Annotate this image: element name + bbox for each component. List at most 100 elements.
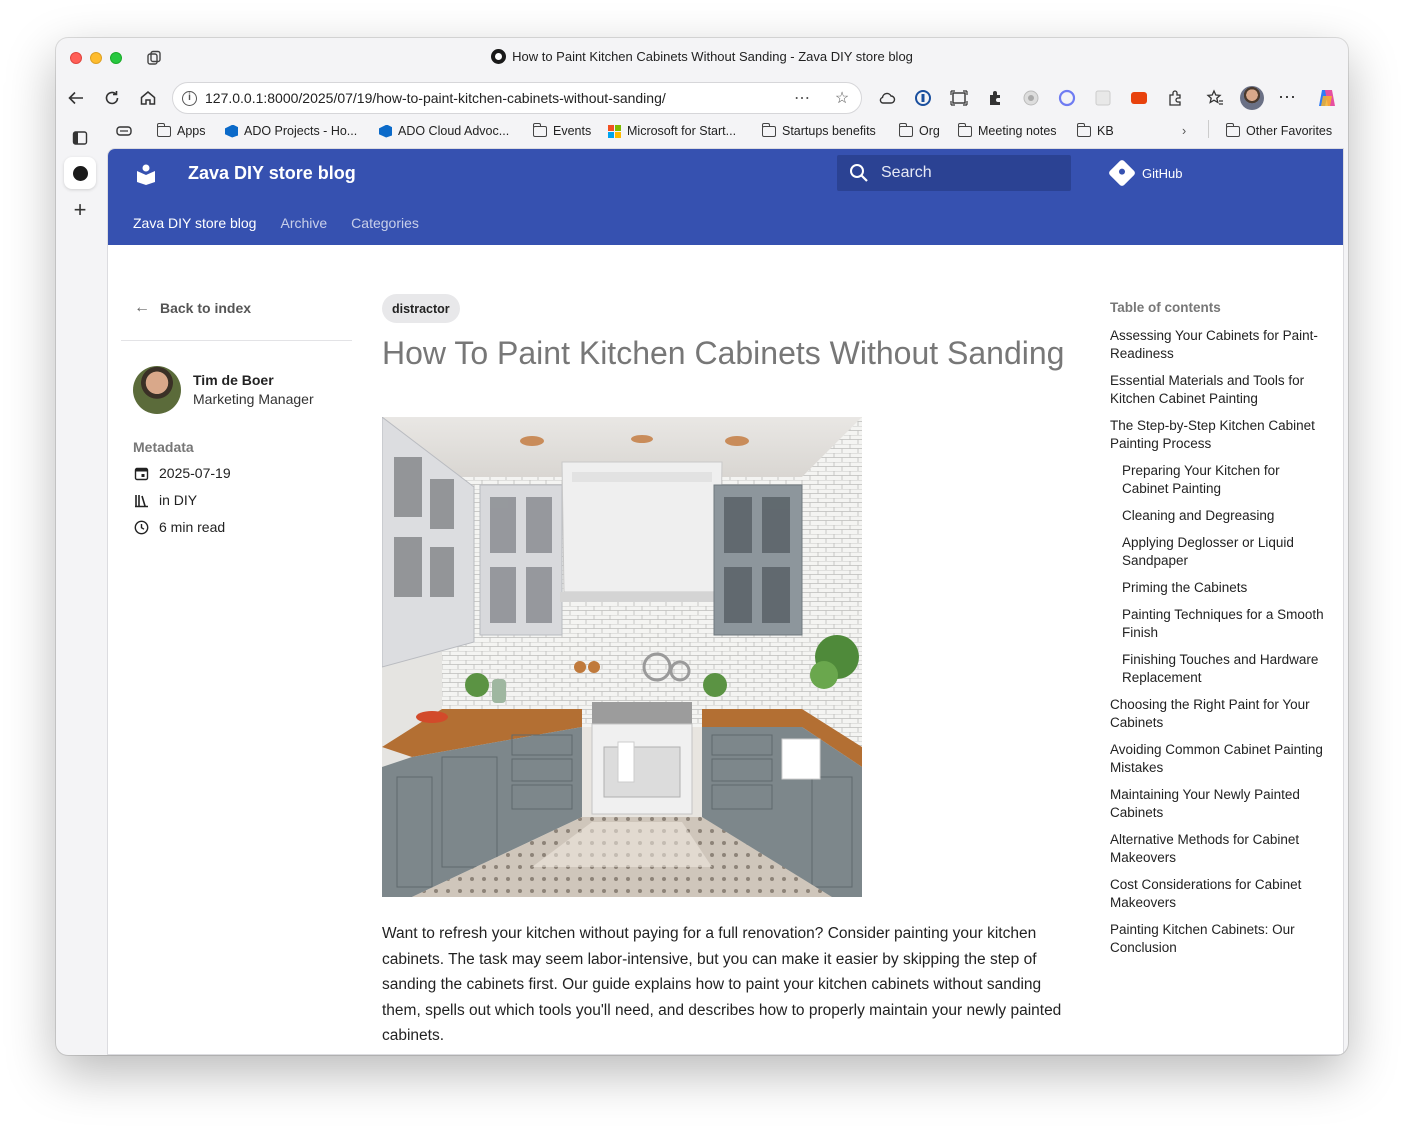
azure-devops-icon [225,124,238,138]
toc-heading: Table of contents [1110,300,1221,315]
site-info-icon[interactable]: i [182,91,197,106]
clock-icon [133,519,149,535]
tracker-blocker-icon[interactable] [1022,89,1040,107]
extension-puzzle-icon[interactable] [986,89,1004,107]
other-favorites[interactable]: Other Favorites [1225,122,1333,138]
site-favicon-icon [72,165,88,181]
site-title[interactable]: Zava DIY store blog [188,163,356,184]
profile-avatar[interactable] [1240,86,1264,110]
site-nav: Zava DIY store blog Archive Categories [133,215,419,231]
category-text[interactable]: in DIY [159,492,197,508]
password-manager-icon[interactable] [914,89,932,107]
bookmark-label: Apps [177,124,206,138]
post-tag[interactable]: distractor [382,294,460,323]
bookmark-ado-projects[interactable]: ADO Projects - Ho... [225,124,357,138]
toc-item[interactable]: Choosing the Right Paint for Your Cabine… [1110,696,1325,732]
back-arrow-icon[interactable] [64,86,88,110]
site-favicon-icon [491,49,507,64]
bookmark-label: Events [553,124,592,138]
window-title: How to Paint Kitchen Cabinets Without Sa… [56,49,1348,64]
bookmark-microsoft-startups[interactable]: Microsoft for Start... [608,124,736,138]
chevron-right-icon[interactable]: › [1182,124,1186,138]
toc-subitem[interactable]: Painting Techniques for a Smooth Finish [1110,606,1325,642]
red-extension-icon[interactable] [1130,89,1148,107]
folder-icon [532,122,547,137]
bookmark-label: ADO Projects - Ho... [244,124,358,138]
toc-item[interactable]: Painting Kitchen Cabinets: Our Conclusio… [1110,921,1325,957]
meta-category[interactable]: in DIY [133,492,197,508]
toc-subitem[interactable]: Applying Deglosser or Liquid Sandpaper [1110,534,1325,570]
url-text[interactable]: 127.0.0.1:8000/2025/07/19/how-to-paint-k… [205,90,666,106]
more-options-icon[interactable]: ⋯ [793,90,811,108]
folder-icon [156,122,171,137]
folder-icon [1225,122,1240,137]
hero-kitchen-image [382,417,862,897]
toc-item[interactable]: Maintaining Your Newly Painted Cabinets [1110,786,1325,822]
refresh-icon[interactable] [100,86,124,110]
site-header: Zava DIY store blog Search GitHub Zava D… [108,149,1343,245]
home-icon[interactable] [136,86,160,110]
bookmark-startups-benefits[interactable]: Startups benefits [761,122,876,138]
toc-item[interactable]: The Step-by-Step Kitchen Cabinet Paintin… [1110,417,1325,453]
microsoft-icon [608,124,621,138]
bookmark-label: Meeting notes [978,124,1057,138]
bookmarks-bar: Apps ADO Projects - Ho... ADO Cloud Advo… [56,120,1348,144]
table-of-contents: Assessing Your Cabinets for Paint-Readin… [1110,327,1325,966]
bookmark-events[interactable]: Events [532,122,592,138]
cloud-icon[interactable] [878,89,896,107]
toc-subitem[interactable]: Cleaning and Degreasing [1110,507,1325,525]
other-favorites-label: Other Favorites [1246,124,1333,138]
metadata-heading: Metadata [133,439,194,455]
back-to-index-link[interactable]: ← Back to index [134,299,251,317]
post-intro-paragraph: Want to refresh your kitchen without pay… [382,925,1062,1044]
back-label: Back to index [160,300,252,316]
nav-home[interactable]: Zava DIY store blog [133,215,256,231]
grid-extension-icon[interactable] [1094,89,1112,107]
bookmarks-divider [1208,120,1209,138]
circle-extension-icon[interactable] [1058,89,1076,107]
favorite-star-icon[interactable]: ☆ [833,90,851,108]
nav-archive[interactable]: Archive [280,215,327,231]
bookmark-ado-cloud[interactable]: ADO Cloud Advoc... [379,124,509,138]
bookmark-label: Startups benefits [782,124,876,138]
bookmark-meeting-notes[interactable]: Meeting notes [957,122,1057,138]
bookmark-label: ADO Cloud Advoc... [398,124,510,138]
toc-item[interactable]: Alternative Methods for Cabinet Makeover… [1110,831,1325,867]
settings-more-icon[interactable]: ⋯ [1278,88,1296,106]
bookmark-kb[interactable]: KB [1076,122,1114,138]
toc-item[interactable]: Essential Materials and Tools for Kitche… [1110,372,1325,408]
extensions-icon[interactable] [1166,89,1184,107]
toc-subitem[interactable]: Priming the Cabinets [1110,579,1325,597]
nav-categories[interactable]: Categories [351,215,419,231]
azure-devops-icon [379,124,392,138]
address-bar-row: i 127.0.0.1:8000/2025/07/19/how-to-paint… [56,80,1348,116]
toc-subitem[interactable]: Finishing Touches and Hardware Replaceme… [1110,651,1325,687]
screenshot-icon[interactable] [950,89,968,107]
bookmark-label: Microsoft for Start... [627,124,737,138]
url-bar[interactable]: i 127.0.0.1:8000/2025/07/19/how-to-paint… [172,82,862,114]
copilot-icon[interactable] [1316,87,1338,109]
browser-window: How to Paint Kitchen Cabinets Without Sa… [56,38,1348,1055]
author-role: Marketing Manager [193,391,314,407]
github-link[interactable]: GitHub [1107,158,1182,188]
toc-item[interactable]: Avoiding Common Cabinet Painting Mistake… [1110,741,1325,777]
toc-item[interactable]: Cost Considerations for Cabinet Makeover… [1110,876,1325,912]
library-icon [133,492,149,508]
date-text: 2025-07-19 [159,465,231,481]
sidebar-toggle-icon[interactable] [68,126,92,150]
folder-icon [761,122,776,137]
bookmarks-toggle-icon[interactable] [116,124,132,138]
search-input[interactable]: Search [837,155,1071,191]
new-tab-plus-icon[interactable]: + [68,197,92,222]
bookmark-org[interactable]: Org [898,122,940,138]
toc-subitem[interactable]: Preparing Your Kitchen for Cabinet Paint… [1110,462,1325,498]
active-tab[interactable] [64,157,96,189]
favorites-icon[interactable] [1206,89,1224,107]
git-icon [1107,158,1137,188]
page-viewport: Zava DIY store blog Search GitHub Zava D… [107,148,1344,1055]
toc-item[interactable]: Assessing Your Cabinets for Paint-Readin… [1110,327,1325,363]
bookmark-apps[interactable]: Apps [156,122,206,138]
folder-icon [957,122,972,137]
folder-icon [898,122,913,137]
book-logo-icon[interactable] [136,163,156,185]
